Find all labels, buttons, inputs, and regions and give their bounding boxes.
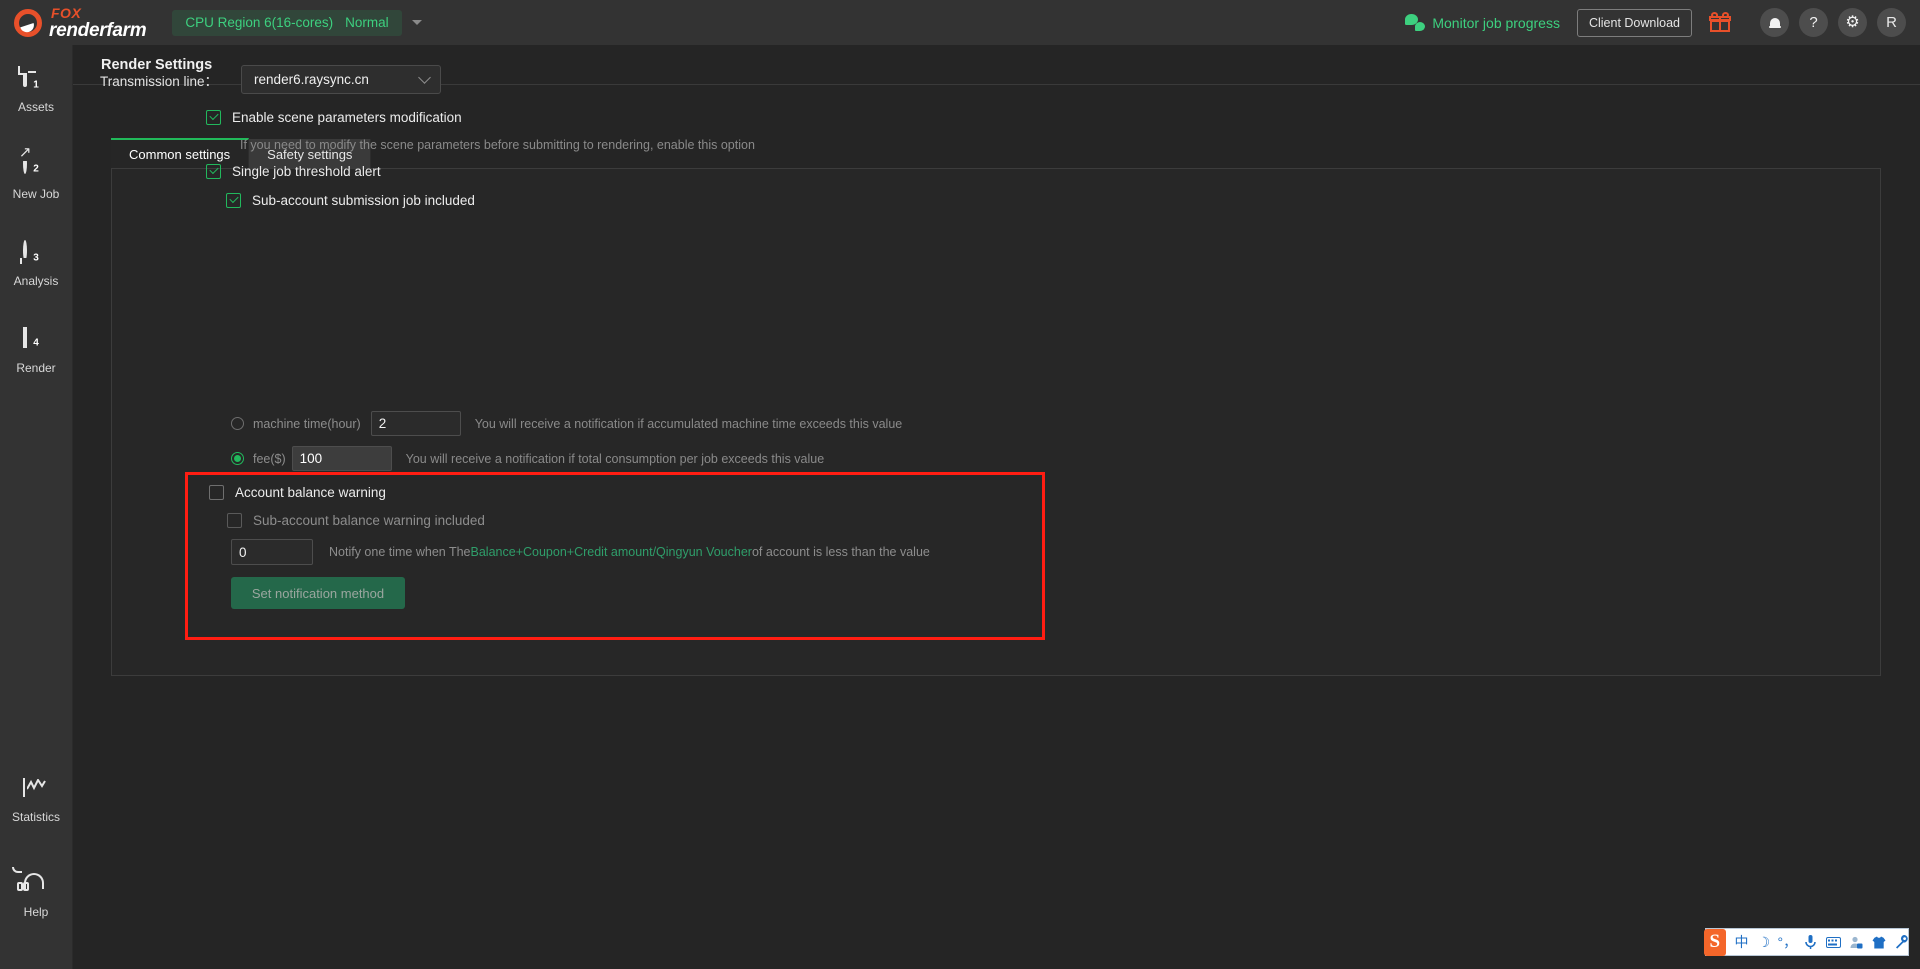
tab-label: Common settings (129, 147, 231, 162)
threshold-alert-checkbox-row[interactable]: Single job threshold alert (206, 164, 381, 179)
transmission-line-value: render6.raysync.cn (254, 72, 369, 87)
set-notification-method-button[interactable]: Set notification method (231, 577, 405, 609)
chevron-down-icon (418, 71, 431, 84)
scene-params-checkbox[interactable] (206, 110, 221, 125)
balance-warning-label: Account balance warning (235, 485, 386, 500)
client-download-label: Client Download (1588, 15, 1680, 30)
header-actions: Monitor job progress Client Download ? ⚙… (1405, 8, 1906, 37)
transmission-line-row: Transmission line： render6.raysync.cn (100, 65, 442, 94)
fee-radio[interactable] (231, 452, 244, 465)
wrench-icon[interactable] (1895, 935, 1908, 949)
help-button[interactable]: ? (1799, 8, 1828, 37)
region-badge-name: CPU Region 6(16-cores) (185, 15, 334, 30)
sidebar-item-label: Render (16, 361, 56, 375)
sidebar-item-label: Statistics (11, 810, 60, 824)
scene-params-helper-row: If you need to modify the scene paramete… (240, 138, 755, 152)
logo-text-fox: FOX (51, 4, 82, 21)
monitor-job-progress-link[interactable]: Monitor job progress (1405, 14, 1560, 31)
logo-text-renderfarm: renderfarm (49, 19, 147, 41)
help-headset-icon (11, 867, 50, 900)
scene-params-helper: If you need to modify the scene paramete… (240, 138, 755, 152)
machine-time-label: machine time(hour) (253, 416, 361, 431)
moon-icon[interactable]: ☽ (1758, 934, 1771, 951)
notify-text-before: Notify one time when The (329, 545, 471, 559)
scene-params-label: Enable scene parameters modification (232, 110, 462, 125)
sub-account-submission-label: Sub-account submission job included (252, 193, 475, 208)
left-sidebar: 1 Assets 2 New Job 3 Analysis 4 Render (0, 45, 73, 969)
sub-balance-warning-checkbox-row[interactable]: Sub-account balance warning included (227, 513, 485, 528)
threshold-alert-checkbox[interactable] (206, 164, 221, 179)
fee-helper: You will receive a notification if total… (405, 451, 825, 466)
chevron-down-icon[interactable] (411, 20, 422, 25)
sidebar-item-render[interactable]: 4 Render (0, 318, 73, 383)
new-job-icon-badge: 2 (33, 163, 39, 175)
fee-row: fee($) 100 You will receive a notificati… (231, 446, 824, 471)
sidebar-item-label: Analysis (13, 274, 59, 288)
new-job-circle-arrow-icon: 2 (22, 153, 50, 182)
sidebar-item-new-job[interactable]: 2 New Job (0, 144, 73, 209)
fee-input[interactable]: 100 (291, 446, 392, 471)
notification-bell-button[interactable] (1760, 8, 1789, 37)
sidebar-item-label: Help (23, 905, 49, 919)
statistics-chart-icon (22, 778, 50, 805)
transmission-line-select[interactable]: render6.raysync.cn (241, 65, 442, 94)
settings-button[interactable]: ⚙ (1838, 8, 1867, 37)
machine-time-radio[interactable] (231, 417, 244, 430)
app-logo[interactable]: FOX renderfarm (14, 4, 147, 41)
gift-icon[interactable] (1709, 12, 1731, 32)
threshold-alert-label: Single job threshold alert (232, 164, 381, 179)
region-badge[interactable]: CPU Region 6(16-cores) Normal (172, 9, 402, 36)
balance-warning-checkbox[interactable] (209, 485, 224, 500)
render-diamond-icon: 4 (22, 327, 50, 356)
notify-text-link[interactable]: Balance+Coupon+Credit amount/Qingyun Vou… (471, 545, 752, 559)
keyboard-icon[interactable] (1826, 936, 1842, 948)
sidebar-item-statistics[interactable]: Statistics (0, 767, 73, 832)
set-notification-method-label: Set notification method (251, 585, 385, 601)
sidebar-item-analysis[interactable]: 3 Analysis (0, 231, 73, 296)
top-header-bar: FOX renderfarm CPU Region 6(16-cores) No… (0, 0, 1920, 45)
sub-balance-warning-label: Sub-account balance warning included (253, 513, 485, 528)
assets-icon-badge: 1 (33, 79, 39, 91)
sidebar-item-label: Assets (17, 100, 54, 114)
balance-warning-checkbox-row[interactable]: Account balance warning (209, 485, 386, 500)
region-badge-status: Normal (345, 15, 389, 30)
notify-text-after: of account is less than the value (751, 545, 930, 559)
sub-account-submission-checkbox-row[interactable]: Sub-account submission job included (226, 193, 475, 208)
notify-threshold-text: Notify one time when TheBalance+Coupon+C… (329, 545, 930, 559)
analysis-icon-badge: 3 (33, 252, 39, 264)
avatar[interactable]: R (1877, 8, 1906, 37)
client-download-button[interactable]: Client Download (1576, 8, 1692, 37)
machine-time-input[interactable]: 2 (370, 411, 461, 436)
user-lock-icon[interactable] (1850, 936, 1863, 949)
notify-threshold-row: 0 Notify one time when TheBalance+Coupon… (231, 539, 930, 565)
scene-params-checkbox-row[interactable]: Enable scene parameters modification (206, 110, 462, 125)
wechat-icon (1405, 14, 1426, 31)
skin-icon[interactable] (1872, 936, 1886, 949)
assets-doc-icon: 1 (22, 66, 50, 95)
bell-icon (1768, 17, 1781, 29)
analysis-target-icon: 3 (22, 240, 50, 269)
sogou-logo-icon[interactable]: S (1704, 928, 1726, 956)
mic-icon[interactable] (1804, 935, 1817, 949)
gear-icon: ⚙ (1845, 13, 1860, 31)
question-mark-icon: ? (1809, 14, 1818, 31)
sub-balance-warning-checkbox[interactable] (227, 513, 242, 528)
language-toggle-icon[interactable]: 中 (1735, 932, 1749, 952)
sidebar-item-assets[interactable]: 1 Assets (0, 57, 73, 122)
machine-time-helper: You will receive a notification if accum… (474, 416, 903, 431)
notify-threshold-input[interactable]: 0 (231, 539, 313, 565)
sidebar-item-help[interactable]: Help (0, 862, 73, 927)
transmission-line-label: Transmission line： (100, 73, 219, 89)
render-icon-badge: 4 (33, 337, 39, 349)
machine-time-row: machine time(hour) 2 You will receive a … (231, 411, 902, 436)
punctuation-icon[interactable]: °， (1777, 932, 1797, 952)
logo-text: FOX renderfarm (49, 4, 147, 41)
fee-label: fee($) (253, 451, 286, 466)
sidebar-item-label: New Job (12, 187, 60, 201)
sub-account-submission-checkbox[interactable] (226, 193, 241, 208)
fox-logo-icon (14, 8, 42, 37)
monitor-job-progress-label: Monitor job progress (1432, 14, 1560, 31)
avatar-initial: R (1886, 14, 1897, 31)
sogou-ime-toolbar: S 中 ☽ °， (1704, 928, 1909, 956)
